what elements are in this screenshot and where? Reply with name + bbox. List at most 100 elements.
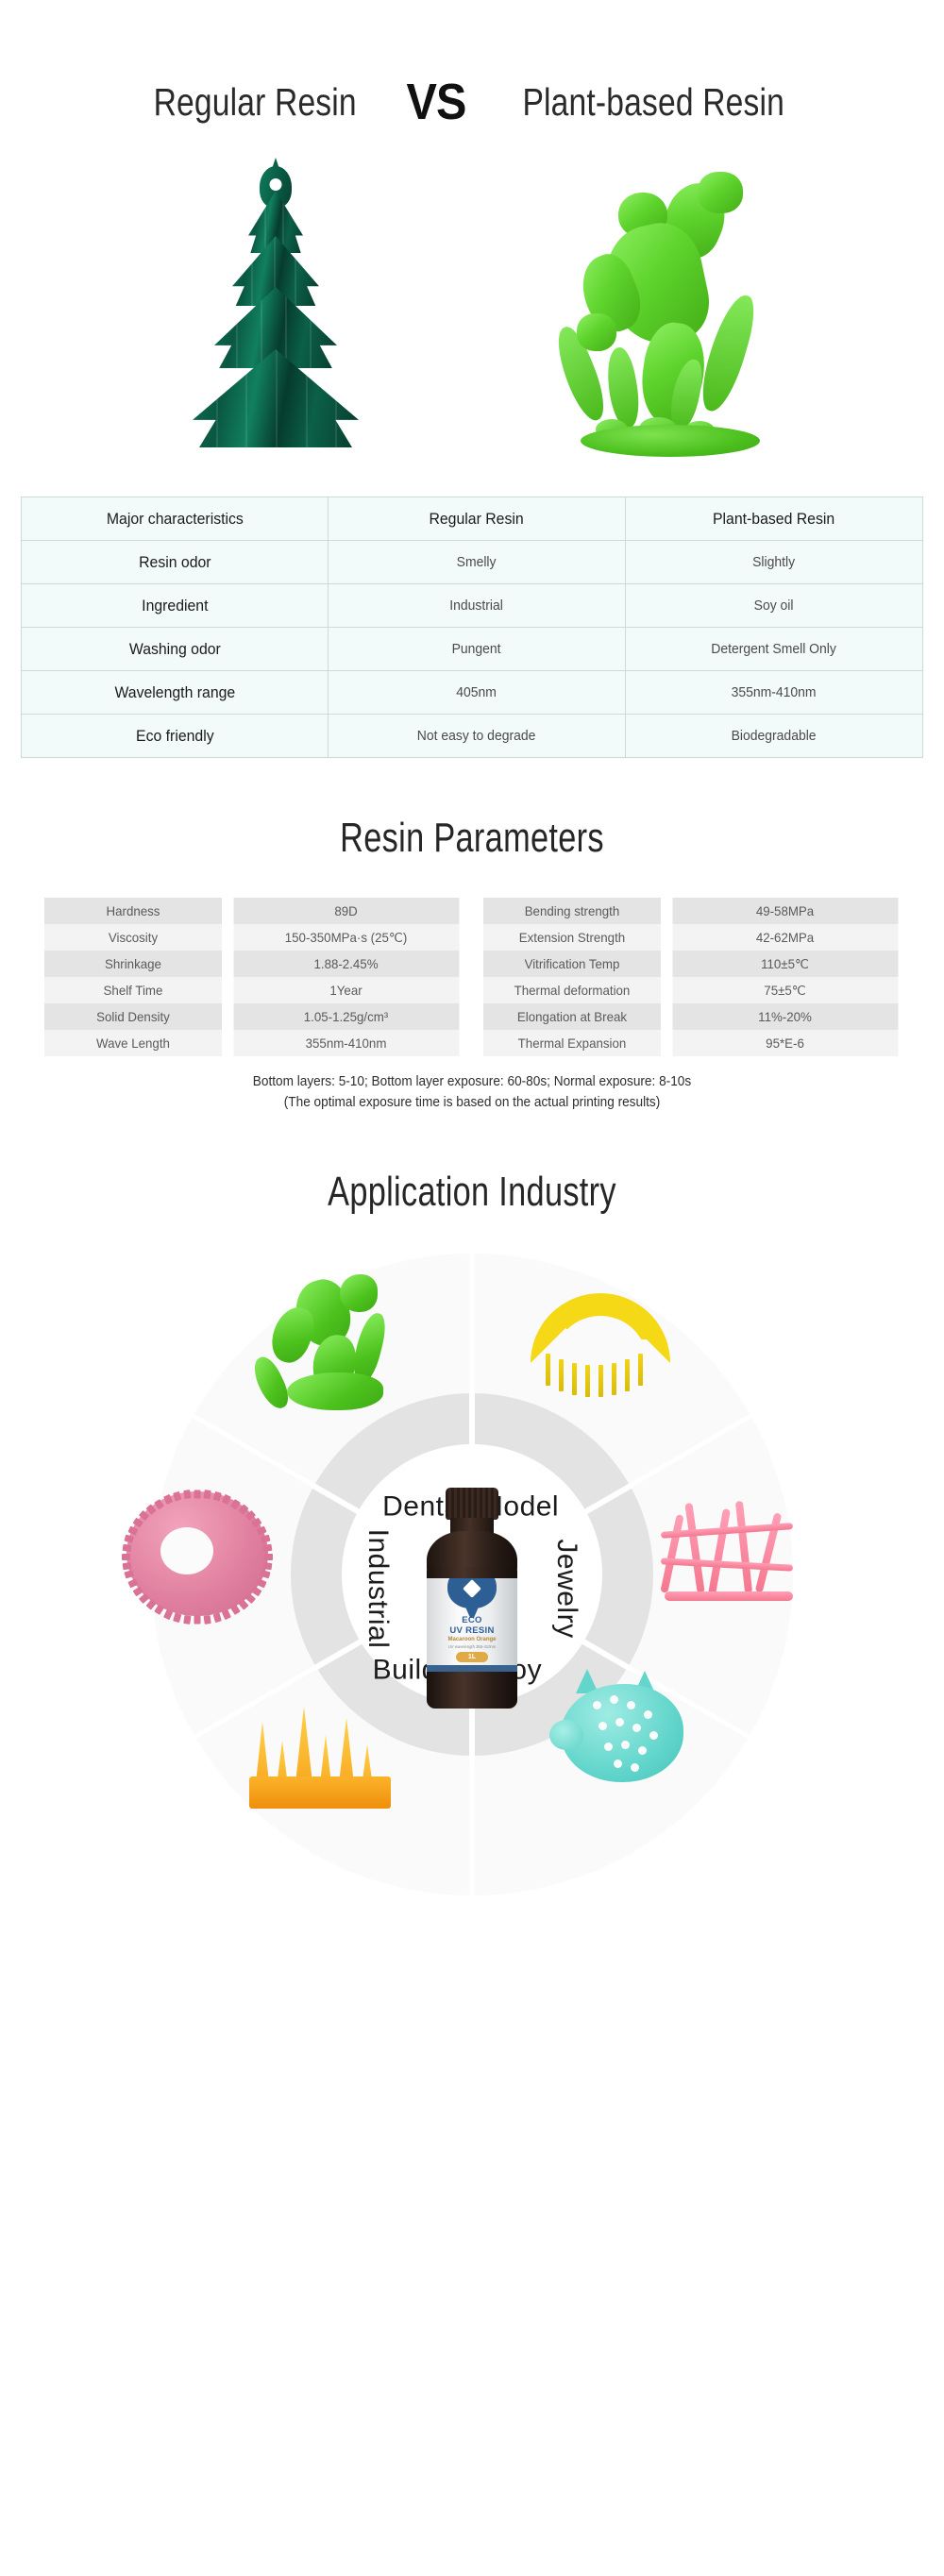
gear-tooth [212,1612,222,1623]
piggy-snout [549,1719,583,1750]
gear-tooth [230,1604,242,1616]
application-wheel: Model Dental Jewelry Toy Building Indust… [0,1234,944,1990]
param-value: 150-350MPa·s (25℃) [232,924,460,951]
regular-resin-title: Regular Resin [153,79,357,124]
param-value: 1.88-2.45% [232,951,460,977]
gear-tooth [122,1553,131,1560]
gear-tooth [183,1490,192,1500]
model-cyan-piggy [544,1661,702,1803]
brand-line-2: UV RESIN [449,1625,495,1636]
gear-tooth [262,1543,273,1553]
table-row: Thermal Expansion 95*E-6 [479,1030,904,1056]
gear-tooth [260,1534,271,1544]
column-header-plant: Plant-based Resin [634,497,913,541]
exposure-footnote: Bottom layers: 5-10; Bottom layer exposu… [28,1056,916,1114]
param-value: 89D [232,898,460,924]
param-key: Elongation at Break [482,1003,662,1030]
footnote-line-1: Bottom layers: 5-10; Bottom layer exposu… [252,1074,692,1089]
dental-arch [531,1292,670,1363]
hero-header: Regular Resin VS Plant-based Resin [0,0,944,130]
castle-base [249,1776,391,1809]
table-header-row: Major characteristics Regular Resin Plan… [22,497,923,541]
param-key: Wave Length [43,1030,223,1056]
bottle-label: ECO UV RESIN Macaroon Orange UV waveleng… [427,1577,517,1665]
row-value-regular: Pungent [337,627,615,671]
param-key: Solid Density [43,1003,223,1030]
gear-tooth [183,1614,192,1625]
table-row: Vitrification Temp 110±5℃ [479,951,904,977]
param-key: Extension Strength [482,924,662,951]
figure-base-plate [581,425,760,457]
table-row: Wavelength range 405nm 355nm-410nm [22,670,923,715]
table-row: Washing odor Pungent Detergent Smell Onl… [22,627,923,671]
param-value: 75±5℃ [671,977,899,1003]
param-value: 355nm-410nm [232,1030,460,1056]
bottle-wavelength: UV wavelength 355-410nm [447,1643,497,1649]
figure-fist-lowered [577,313,616,351]
gear-tooth [256,1525,267,1536]
gear-tooth [203,1490,211,1500]
param-value: 42-62MPa [671,924,899,951]
resin-bottle: ECO UV RESIN Macaroon Orange UV waveleng… [423,1487,521,1712]
row-value-regular: Not easy to degrade [337,714,615,758]
gear-tooth [173,1612,182,1623]
bottle-stripe [427,1664,517,1672]
param-value: 110±5℃ [671,951,899,977]
column-header-characteristic: Major characteristics [31,497,318,541]
gear-tooth [251,1586,262,1596]
gear-tooth [263,1553,273,1560]
tree-model-graphic [186,158,365,455]
gear-tooth [203,1614,211,1625]
parameters-table-left: Hardness 89D Viscosity 150-350MPa·s (25℃… [40,898,465,1056]
param-value: 1Year [232,977,460,1003]
table-row: Shelf Time 1Year [40,977,465,1003]
param-key: Bending strength [482,898,662,924]
hero-figure-graphic [548,155,788,457]
param-key: Thermal Expansion [482,1030,662,1056]
param-key: Shrinkage [43,951,223,977]
parameters-table-right: Bending strength 49-58MPa Extension Stre… [479,898,904,1056]
application-industry-title: Application Industry [328,1168,616,1215]
tree-tier [193,349,359,447]
model-yellow-dental [517,1280,683,1410]
comparison-table-wrap: Major characteristics Regular Resin Plan… [0,466,944,758]
table-row: Thermal deformation 75±5℃ [479,977,904,1003]
table-row: Viscosity 150-350MPa·s (25℃) [40,924,465,951]
param-key: Thermal deformation [482,977,662,1003]
table-row: Hardness 89D [40,898,465,924]
green-hero-figure-photo [514,136,826,466]
comparison-table: Major characteristics Regular Resin Plan… [21,497,923,758]
table-row: Extension Strength 42-62MPa [479,924,904,951]
row-value-plant: 355nm-410nm [634,670,913,715]
column-header-regular: Regular Resin [337,497,615,541]
row-value-plant: Detergent Smell Only [634,627,913,671]
table-row: Elongation at Break 11%-20% [479,1003,904,1030]
gear-tooth [256,1578,267,1589]
table-row: Ingredient Industrial Soy oil [22,583,923,628]
bottle-brand-name: ECO UV RESIN [427,1615,517,1636]
model-orange-castle [240,1671,408,1809]
row-label: Wavelength range [31,670,318,715]
bottle-volume-badge: 1L [456,1651,488,1662]
param-value: 1.05-1.25g/cm³ [232,1003,460,1030]
param-key: Hardness [43,898,223,924]
row-value-regular: Smelly [337,540,615,584]
row-label: Washing odor [31,627,318,671]
figure-flame [601,345,645,430]
param-key: Shelf Time [43,977,223,1003]
brand-logo-icon [447,1577,497,1608]
row-label: Resin odor [31,540,318,584]
gear-tooth [194,1615,201,1625]
gear-tooth [262,1561,273,1571]
model-green-figure [247,1273,413,1416]
gear-tooth [194,1490,201,1499]
row-value-regular: 405nm [337,670,615,715]
christmas-tree-photo [118,136,430,466]
gear-tooth [122,1561,132,1571]
product-photo-row [0,117,944,466]
row-label: Eco friendly [31,714,318,758]
param-key: Vitrification Temp [482,951,662,977]
param-value: 11%-20% [671,1003,899,1030]
bottle-cap [446,1487,498,1520]
table-row: Solid Density 1.05-1.25g/cm³ [40,1003,465,1030]
